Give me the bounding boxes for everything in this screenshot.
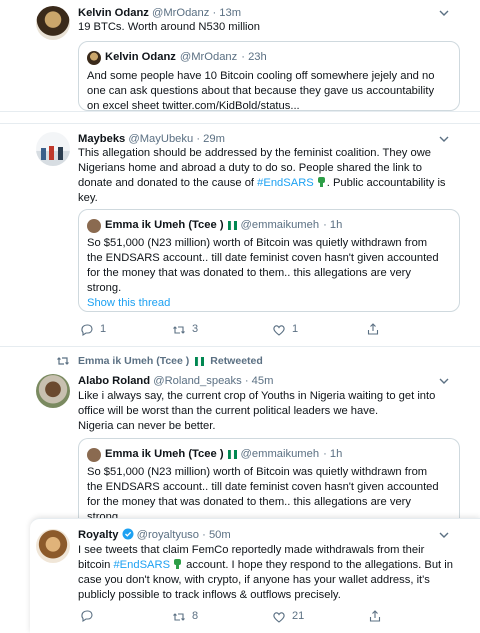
endsars-fist-emoji-icon: [317, 177, 325, 187]
quote-author-name: Kelvin Odanz: [105, 51, 176, 63]
avatar: [87, 218, 101, 233]
tweet-text-segment: account. I hope they respond to the alle…: [183, 559, 453, 571]
show-thread-link[interactable]: Show this thread: [87, 296, 453, 311]
retweet-icon: [173, 325, 185, 334]
like-button[interactable]: 21: [272, 609, 304, 624]
tweet-text-segment: . Public accountability is: [326, 177, 446, 189]
tweet-actions: 8 21: [78, 609, 408, 625]
quote-timestamp: · 23h: [241, 51, 267, 63]
tweet-text-line: Nigerians home and abroad a duty to do s…: [78, 162, 422, 174]
author-name[interactable]: Royalty: [78, 529, 118, 541]
reply-button[interactable]: 1: [80, 322, 106, 337]
avatar: [87, 50, 101, 65]
tweet-royalty[interactable]: Royalty @royaltyuso · 50m I see tweets t…: [30, 518, 480, 633]
share-icon: [367, 323, 379, 335]
timestamp[interactable]: · 13m: [212, 7, 241, 19]
quoted-tweet[interactable]: Kelvin Odanz @MrOdanz · 23h And some peo…: [78, 41, 460, 111]
quote-author-name: Emma ik Umeh (Tcee ): [105, 219, 224, 231]
quote-text-line: strong.: [87, 282, 122, 294]
tweet-text-line: This allegation should be addressed by t…: [78, 147, 432, 159]
author-handle[interactable]: @royaltyuso: [137, 529, 199, 541]
like-count: 21: [292, 610, 305, 622]
author-name[interactable]: Alabo Roland: [78, 375, 150, 387]
author-handle[interactable]: @MrOdanz: [152, 7, 209, 19]
like-button[interactable]: 1: [272, 322, 298, 337]
endsars-fist-emoji-icon: [174, 559, 182, 569]
heart-icon: [273, 324, 285, 336]
avatar[interactable]: [36, 132, 70, 166]
heart-icon: [273, 611, 285, 623]
avatar[interactable]: [36, 529, 70, 563]
quote-text-line: the ENDSARS account.. till date feminist…: [87, 252, 439, 264]
nigeria-flag-icon: [227, 450, 237, 459]
reply-icon: [81, 610, 93, 623]
retweet-icon: [57, 357, 69, 365]
avatar: [87, 447, 101, 462]
retweeted-by-label[interactable]: Emma ik Umeh (Tcee ) Retweeted: [78, 354, 263, 369]
retweet-icon: [173, 612, 185, 621]
quoted-tweet[interactable]: Emma ik Umeh (Tcee ) @emmaikumeh · 1h So…: [78, 438, 460, 528]
tweet-text-line: Like i always say, the current crop of Y…: [78, 390, 436, 402]
quote-text-line: for the money that was donated to them..…: [87, 267, 411, 279]
reply-icon: [81, 323, 93, 336]
timestamp[interactable]: · 50m: [202, 529, 231, 541]
quote-text-line: And some people have 10 Bitcoin cooling …: [87, 70, 435, 82]
timestamp[interactable]: · 29m: [196, 133, 225, 145]
quote-text-line: one can ask questions about that because…: [87, 85, 435, 97]
quote-author-handle: @emmaikumeh: [240, 448, 320, 460]
share-button[interactable]: [368, 609, 382, 623]
tweet-text-line: key.: [78, 192, 98, 204]
timestamp[interactable]: · 45m: [245, 375, 274, 387]
nigeria-flag-icon: [227, 221, 237, 230]
verified-badge-icon: [122, 528, 134, 540]
quote-author-handle: @emmaikumeh: [240, 219, 320, 231]
quoted-tweet[interactable]: Emma ik Umeh (Tcee ) @emmaikumeh · 1h So…: [78, 209, 460, 312]
reply-count: 1: [100, 323, 107, 335]
retweeter-name[interactable]: Emma ik Umeh (Tcee ): [78, 354, 189, 369]
hashtag-link[interactable]: #EndSARS: [113, 559, 170, 571]
tweet-actions: 1 3 1: [78, 322, 398, 338]
quote-text-line: the ENDSARS account.. till date feminist…: [87, 481, 439, 493]
quote-text-line: for the money that was donated to them..…: [87, 496, 411, 508]
tweet-text-line: office will be worst than the current po…: [78, 405, 379, 417]
reply-button[interactable]: [80, 609, 100, 623]
author-handle[interactable]: @MayUbeku: [128, 133, 193, 145]
quote-author-handle: @MrOdanz: [179, 51, 238, 63]
retweet-count: 3: [192, 323, 199, 335]
quote-text-line: So $51,000 (N23 million) worth of Bitcoi…: [87, 237, 428, 249]
avatar[interactable]: [36, 6, 70, 40]
quote-text-line: So $51,000 (N23 million) worth of Bitcoi…: [87, 466, 428, 478]
quote-author-name: Emma ik Umeh (Tcee ): [105, 448, 224, 460]
chevron-down-icon[interactable]: [438, 133, 450, 145]
chevron-down-icon[interactable]: [438, 7, 450, 19]
avatar[interactable]: [36, 374, 70, 408]
tweet-text-line: I see tweets that claim FemCo reportedly…: [78, 544, 425, 556]
quote-timestamp: · 1h: [323, 219, 343, 231]
tweet-text-line: Nigeria can never be better.: [78, 420, 216, 432]
tweet-text-segment: donate and donated to the cause of: [78, 177, 258, 189]
retweet-button[interactable]: 8: [172, 609, 198, 624]
like-count: 1: [292, 323, 299, 335]
retweet-count: 8: [192, 610, 199, 622]
retweeted-text: Retweeted: [210, 355, 263, 367]
tweet-kelvin-odanz[interactable]: Kelvin Odanz @MrOdanz · 13m 19 BTCs. Wor…: [0, 0, 480, 112]
tweet-alabo-roland[interactable]: Alabo Roland @Roland_speaks · 45m Like i…: [0, 370, 480, 528]
retweet-button[interactable]: 3: [172, 322, 198, 337]
tweet-text-segment: bitcoin: [78, 559, 114, 571]
tweet-text-line: publicly possible to track inflows & out…: [78, 589, 341, 601]
chevron-down-icon[interactable]: [438, 375, 450, 387]
author-handle[interactable]: @Roland_speaks: [153, 375, 241, 387]
tweet-text-line: case you don't know, with crypto, if any…: [78, 574, 430, 586]
share-icon: [369, 610, 381, 622]
nigeria-flag-icon: [195, 357, 205, 366]
tweet-text: 19 BTCs. Worth around N530 million: [78, 21, 260, 33]
author-name[interactable]: Kelvin Odanz: [78, 7, 149, 19]
share-button[interactable]: [366, 322, 380, 336]
quote-timestamp: · 1h: [323, 448, 343, 460]
tweet-maybeks[interactable]: Maybeks @MayUbeku · 29m This allegation …: [0, 123, 480, 347]
quote-text-line: on excel sheet twitter.com/KidBold/statu…: [87, 100, 300, 111]
chevron-down-icon[interactable]: [438, 529, 450, 541]
author-name[interactable]: Maybeks: [78, 133, 125, 145]
hashtag-link[interactable]: #EndSARS: [257, 177, 314, 189]
